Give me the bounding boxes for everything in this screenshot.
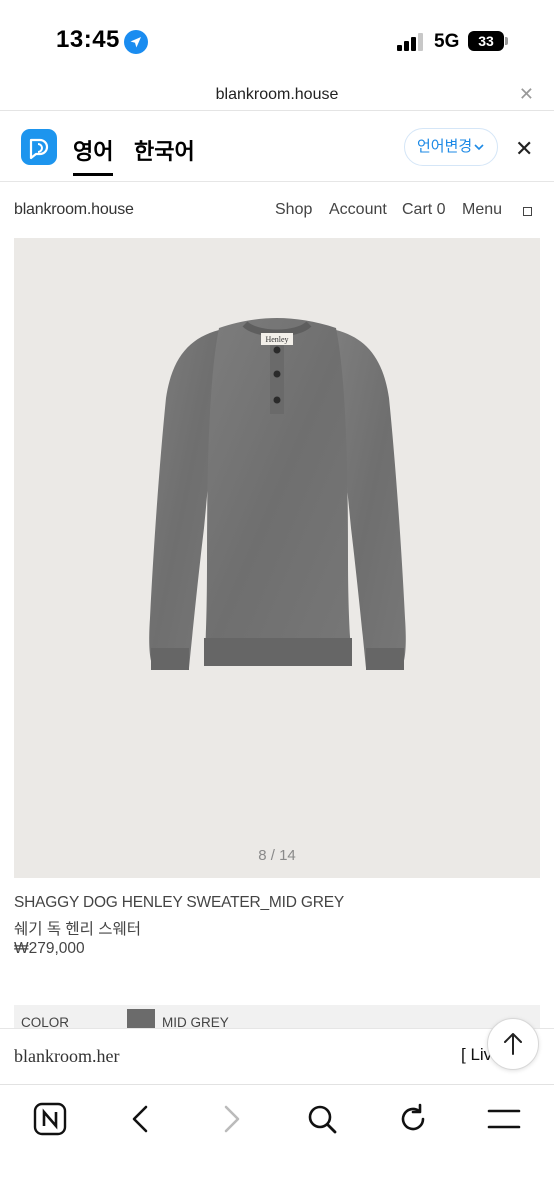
url-text[interactable]: blankroom.house	[0, 86, 554, 104]
menu-icon[interactable]	[486, 1101, 522, 1137]
product-price: ₩279,000	[14, 940, 85, 957]
nav-account[interactable]: Account	[329, 201, 387, 219]
nav-menu[interactable]: Menu	[462, 201, 502, 219]
close-icon[interactable]: ✕	[519, 84, 534, 105]
product-image[interactable]: Henley 8 / 14	[14, 238, 540, 878]
back-icon[interactable]	[123, 1101, 159, 1137]
product-name: SHAGGY DOG HENLEY SWEATER_MID GREY	[14, 894, 344, 911]
browser-toolbar	[0, 1084, 554, 1200]
nav-shop[interactable]: Shop	[275, 201, 312, 219]
product-name-korean: 쉐기 독 헨리 스웨터	[14, 921, 141, 938]
translate-close-icon[interactable]: ✕	[515, 136, 533, 162]
battery-tip	[505, 37, 508, 45]
naver-home-icon[interactable]	[32, 1101, 68, 1137]
chevron-down-icon	[473, 129, 485, 179]
status-bar: 13:45 5G 33	[0, 0, 554, 80]
tab-korean[interactable]: 한국어	[134, 134, 195, 166]
forward-icon[interactable]	[213, 1101, 249, 1137]
site-footer: blankroom.her [ Live ]	[0, 1028, 554, 1084]
sweater-image: Henley	[149, 318, 406, 670]
image-counter: 8 / 14	[258, 847, 296, 864]
papago-icon[interactable]	[21, 129, 57, 165]
translate-bar: 영어 한국어 언어변경 ✕	[0, 112, 554, 182]
url-bar[interactable]: blankroom.house ✕	[0, 80, 554, 111]
status-time: 13:45	[56, 26, 120, 53]
scroll-to-top-button[interactable]	[487, 1018, 539, 1070]
reload-icon[interactable]	[395, 1101, 431, 1137]
arrow-up-icon	[504, 1033, 522, 1055]
change-language-label: 언어변경	[417, 138, 473, 155]
square-icon[interactable]	[523, 207, 532, 216]
tab-english[interactable]: 영어	[73, 134, 114, 176]
site-logo[interactable]: blankroom.house	[14, 201, 134, 219]
location-arrow-icon	[124, 30, 148, 54]
nav-cart[interactable]: Cart 0	[402, 201, 446, 219]
search-icon[interactable]	[304, 1101, 340, 1137]
footer-text: blankroom.her	[14, 1046, 120, 1066]
site-header: blankroom.house Shop Account Cart 0 Menu	[0, 183, 554, 238]
garment-label: Henley	[265, 335, 288, 344]
battery-icon: 33	[468, 31, 504, 51]
change-language-button[interactable]: 언어변경	[404, 128, 498, 166]
signal-bars-icon	[397, 33, 425, 51]
network-type: 5G	[434, 31, 460, 52]
